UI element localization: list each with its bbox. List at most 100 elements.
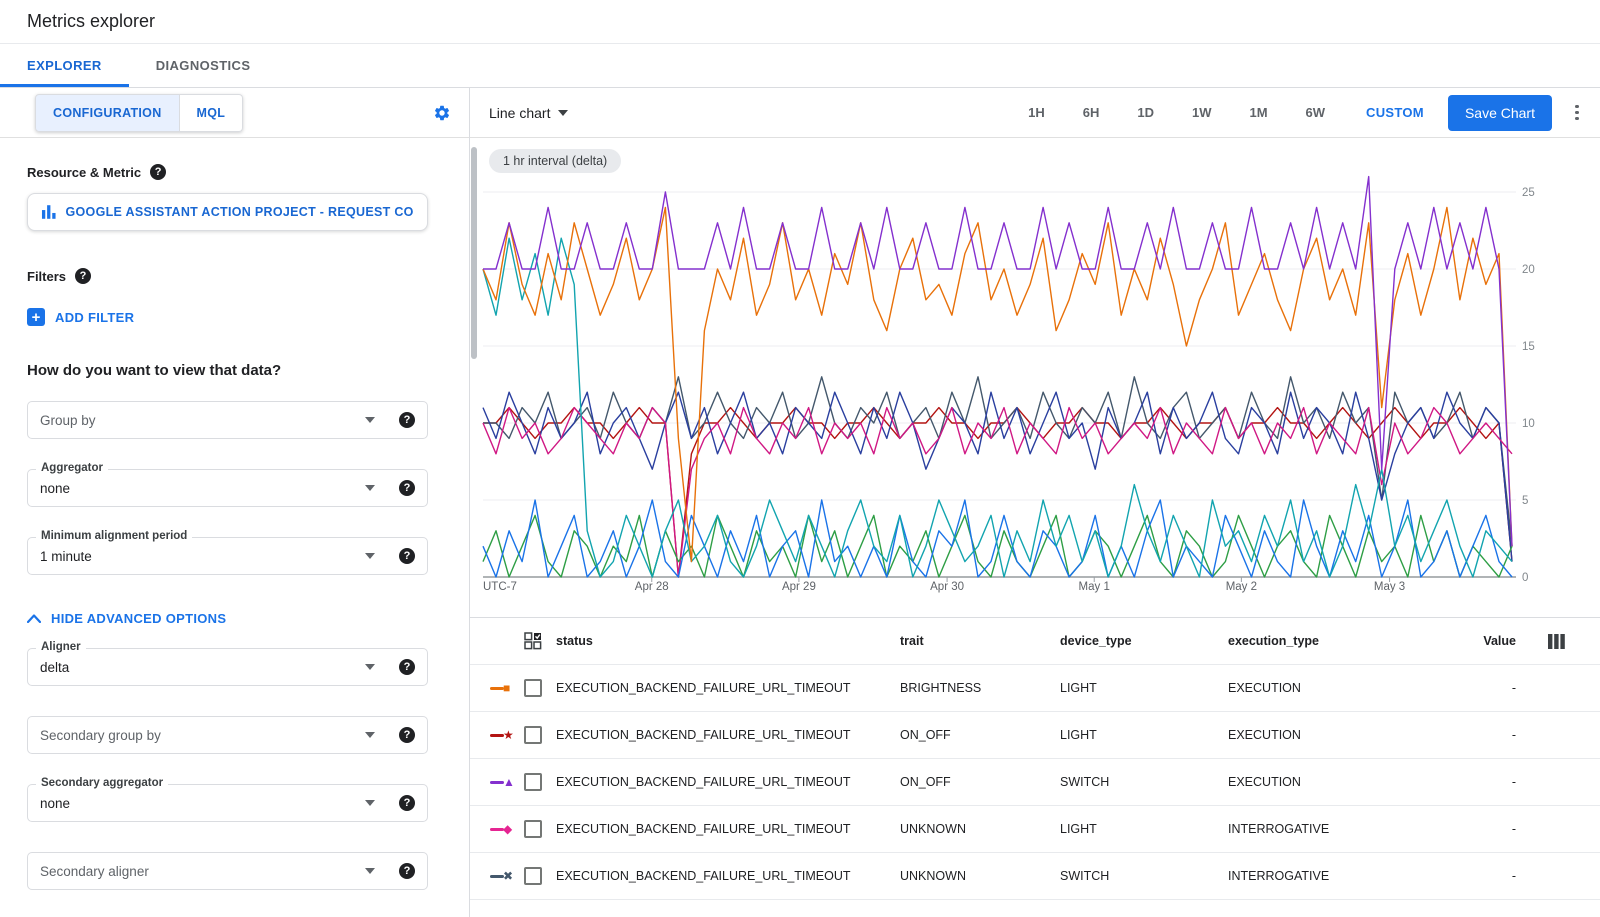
select-series-icon[interactable] [524, 632, 542, 650]
range-button-1h[interactable]: 1H [1028, 105, 1045, 120]
help-icon[interactable]: ? [399, 795, 415, 811]
column-status[interactable]: status [556, 634, 900, 648]
resource-metric-label: Resource & Metric ? [27, 164, 455, 180]
series-marker-square-icon: ■ [490, 682, 524, 694]
timeseries-chart[interactable]: 0510152025Apr 28Apr 29Apr 30May 1May 2Ma… [470, 175, 1599, 600]
field-aggregator[interactable]: Aggregatornone? [27, 469, 428, 507]
tab-explorer[interactable]: EXPLORER [0, 44, 129, 87]
field-group-by[interactable]: Group by? [27, 401, 428, 439]
chevron-down-icon [365, 553, 375, 559]
range-button-6w[interactable]: 6W [1306, 105, 1326, 120]
custom-range-button[interactable]: CUSTOM [1366, 105, 1424, 120]
selected-metric-button[interactable]: GOOGLE ASSISTANT ACTION PROJECT - REQUES… [27, 193, 428, 231]
mql-mode-button[interactable]: MQL [180, 94, 244, 132]
chart-panel: Line chart 1H 6H 1D 1W 1M 6W CUSTOM Save Char… [470, 88, 1600, 917]
svg-text:May 2: May 2 [1226, 581, 1257, 593]
field-secondary-aligner[interactable]: Secondary aligner? [27, 852, 428, 890]
row-checkbox[interactable] [524, 679, 542, 697]
field-secondary-aggregator[interactable]: Secondary aggregatornone? [27, 784, 428, 822]
page-header: Metrics explorer [0, 0, 1600, 44]
chart-type-dropdown[interactable]: Line chart [489, 105, 568, 121]
range-button-1d[interactable]: 1D [1137, 105, 1154, 120]
field-secondary-group-by[interactable]: Secondary group by? [27, 716, 428, 754]
help-icon[interactable]: ? [399, 548, 415, 564]
row-checkbox[interactable] [524, 820, 542, 838]
row-checkbox[interactable] [524, 867, 542, 885]
tab-diagnostics[interactable]: DIAGNOSTICS [129, 44, 278, 87]
help-icon[interactable]: ? [399, 412, 415, 428]
more-options-icon[interactable] [1568, 104, 1586, 122]
columns-icon[interactable] [1548, 634, 1565, 649]
field-value: none [40, 481, 70, 496]
range-button-1w[interactable]: 1W [1192, 105, 1212, 120]
chevron-down-icon [558, 110, 568, 116]
row-checkbox[interactable] [524, 773, 542, 791]
filters-label: Filters ? [27, 268, 455, 284]
table-row: ✖EXECUTION_BACKEND_FAILURE_URL_TIMEOUTUN… [470, 853, 1600, 900]
table-row: ■EXECUTION_BACKEND_FAILURE_URL_TIMEOUTBR… [470, 665, 1600, 712]
help-icon[interactable]: ? [75, 268, 91, 284]
configuration-panel-header: CONFIGURATION MQL [0, 88, 469, 138]
svg-text:20: 20 [1522, 264, 1535, 276]
series-marker-triangle-icon: ▲ [490, 776, 524, 788]
series-marker-diamond-icon: ◆ [490, 823, 524, 835]
view-data-question: How do you want to view that data? [27, 362, 455, 379]
row-checkbox[interactable] [524, 726, 542, 744]
help-icon[interactable]: ? [399, 727, 415, 743]
chart-region: 1 hr interval (delta) 0510152025Apr 28Ap… [470, 138, 1600, 617]
table-row-partial [470, 900, 1600, 917]
add-filter-button[interactable]: + ADD FILTER [27, 308, 455, 326]
settings-gear-icon[interactable] [433, 104, 451, 122]
chevron-down-icon [365, 800, 375, 806]
series-table: status trait device_type execution_type … [470, 617, 1600, 917]
svg-text:May 3: May 3 [1374, 581, 1405, 593]
save-chart-button[interactable]: Save Chart [1448, 95, 1552, 131]
chevron-up-icon [27, 614, 41, 623]
field-value: Group by [40, 413, 96, 428]
svg-text:5: 5 [1522, 495, 1528, 507]
table-row: ◆EXECUTION_BACKEND_FAILURE_URL_TIMEOUTUN… [470, 806, 1600, 853]
plus-icon: + [27, 308, 45, 326]
series-marker-star-icon: ★ [490, 729, 524, 741]
chevron-down-icon [365, 417, 375, 423]
svg-text:15: 15 [1522, 341, 1535, 353]
column-trait[interactable]: trait [900, 634, 1060, 648]
chevron-down-icon [365, 485, 375, 491]
help-icon[interactable]: ? [150, 164, 166, 180]
help-icon[interactable]: ? [399, 480, 415, 496]
bar-chart-icon [41, 204, 57, 220]
field-aligner[interactable]: Alignerdelta? [27, 648, 428, 686]
help-icon[interactable]: ? [399, 659, 415, 675]
top-tabs: EXPLORER DIAGNOSTICS [0, 44, 1600, 88]
svg-text:Apr 28: Apr 28 [635, 581, 669, 593]
interval-chip: 1 hr interval (delta) [489, 149, 621, 173]
advanced-fields: Alignerdelta?Secondary group by?Secondar… [27, 648, 455, 890]
configuration-panel: CONFIGURATION MQL Resource & Metric ? [0, 88, 470, 917]
field-value: delta [40, 660, 69, 675]
chevron-down-icon [365, 664, 375, 670]
field-minimum-alignment-period[interactable]: Minimum alignment period1 minute? [27, 537, 428, 575]
range-button-6h[interactable]: 6H [1083, 105, 1100, 120]
svg-text:May 1: May 1 [1079, 581, 1110, 593]
field-value: none [40, 796, 70, 811]
mode-toggle: CONFIGURATION MQL [35, 94, 243, 132]
page-title: Metrics explorer [27, 11, 155, 32]
column-execution-type[interactable]: execution_type [1228, 634, 1478, 648]
field-value: Secondary group by [40, 728, 161, 743]
right-panel-scrollbar[interactable] [471, 147, 477, 359]
svg-text:0: 0 [1522, 572, 1528, 584]
series-table-body: ■EXECUTION_BACKEND_FAILURE_URL_TIMEOUTBR… [470, 665, 1600, 917]
range-button-1m[interactable]: 1M [1249, 105, 1267, 120]
chevron-down-icon [365, 868, 375, 874]
help-icon[interactable]: ? [399, 863, 415, 879]
hide-advanced-options-toggle[interactable]: HIDE ADVANCED OPTIONS [27, 611, 455, 626]
column-value[interactable]: Value [1478, 634, 1548, 648]
table-row: ▲EXECUTION_BACKEND_FAILURE_URL_TIMEOUTON… [470, 759, 1600, 806]
column-device-type[interactable]: device_type [1060, 634, 1228, 648]
svg-text:Apr 30: Apr 30 [930, 581, 964, 593]
field-label: Aggregator [36, 462, 108, 474]
series-table-header: status trait device_type execution_type … [470, 618, 1600, 665]
field-value: 1 minute [40, 549, 92, 564]
configuration-mode-button[interactable]: CONFIGURATION [35, 94, 180, 132]
svg-text:Apr 29: Apr 29 [782, 581, 816, 593]
